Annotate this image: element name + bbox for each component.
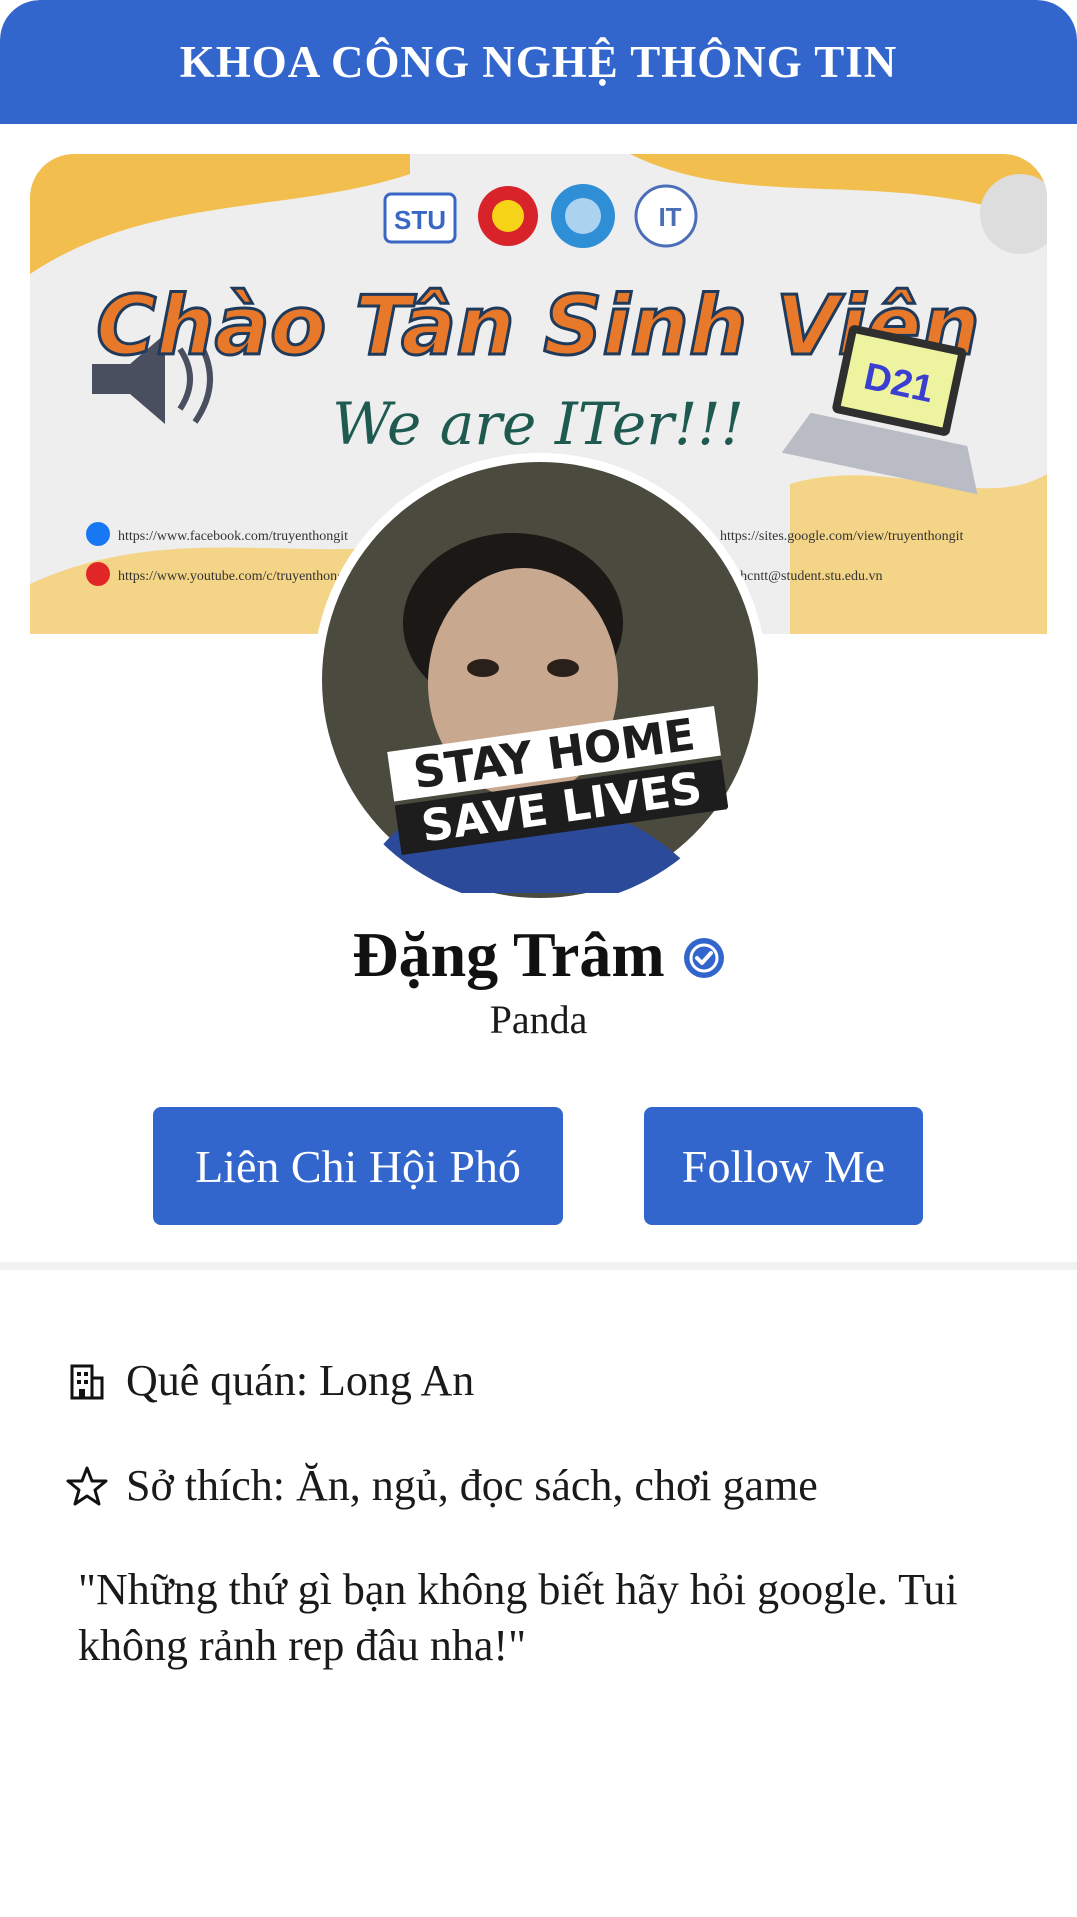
faculty-title: KHOA CÔNG NGHỆ THÔNG TIN	[179, 37, 898, 87]
page-header: KHOA CÔNG NGHỆ THÔNG TIN	[0, 0, 1077, 124]
hobbies-text: Sở thích: Ăn, ngủ, đọc sách, chơi game	[126, 1461, 818, 1510]
profile-name: Đặng Trâm	[352, 919, 665, 990]
star-outline-icon	[66, 1466, 108, 1505]
name-row: Đặng Trâm	[0, 918, 1077, 992]
hobbies-row: Sở thích: Ăn, ngủ, đọc sách, chơi game	[66, 1460, 818, 1511]
profile-nickname: Panda	[489, 997, 588, 1042]
verified-check-icon	[683, 938, 724, 978]
section-divider	[0, 1262, 1077, 1270]
hometown-row: Quê quán: Long An	[66, 1355, 474, 1406]
building-icon	[70, 1364, 104, 1399]
profile-quote: "Những thứ gì bạn không biết hãy hỏi goo…	[78, 1565, 958, 1670]
svg-text:IT: IT	[658, 202, 681, 232]
stu-logo-text: STU	[394, 205, 446, 235]
banner-subtitle: We are ITer!!!	[332, 390, 744, 458]
follow-button[interactable]: Follow Me	[644, 1107, 923, 1225]
profile-card: KHOA CÔNG NGHỆ THÔNG TIN STU IT Chào Tân…	[0, 0, 1077, 1917]
hometown-text: Quê quán: Long An	[126, 1356, 475, 1405]
role-button[interactable]: Liên Chi Hội Phó	[153, 1107, 563, 1225]
avatar[interactable]: STAY HOME SAVE LIVES	[313, 453, 767, 907]
